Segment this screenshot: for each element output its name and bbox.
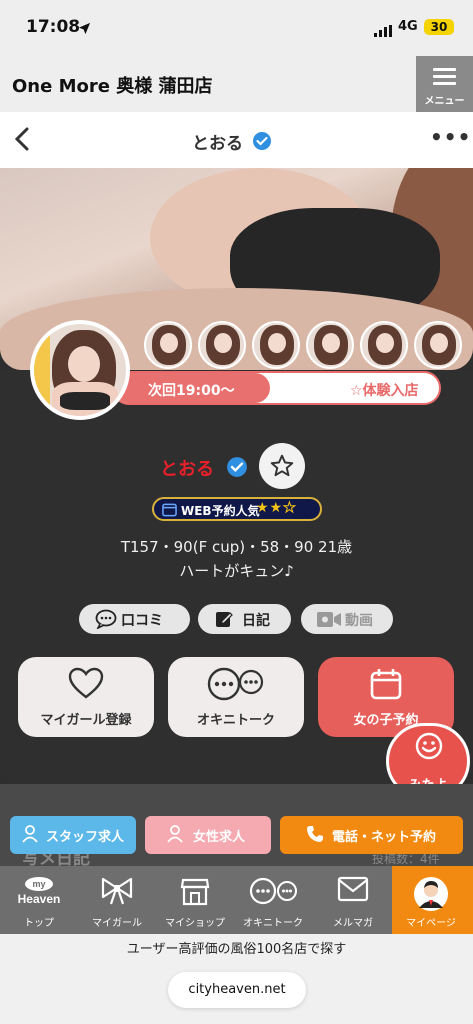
web-reservation-popularity-badge: WEB予約人気 ★★★ (152, 497, 322, 521)
phone-icon (306, 825, 324, 847)
profile-specs: T157・90(F cup)・58・90 21歳 (120, 538, 353, 556)
profile-nav-bar: とおる ••• (0, 112, 473, 168)
phone-net-reserve-label: 電話・ネット予約 (332, 830, 437, 845)
svg-text:my: my (32, 879, 45, 889)
battery-indicator: 30 (424, 19, 454, 35)
female-recruit-button[interactable]: 女性求人 (145, 816, 271, 854)
location-arrow-icon (78, 20, 91, 39)
okini-talk-button[interactable]: オキニトーク (168, 657, 304, 737)
female-recruit-label: 女性求人 (193, 830, 246, 845)
badge-label: WEB予約人気 (181, 504, 260, 518)
signal-icon (374, 22, 394, 41)
calendar-icon (162, 502, 177, 520)
bottom-tab-bar: my Heaven トップ マイガール マイショップ オキニトーク メルマガ マイ… (0, 866, 473, 934)
tab-my-girl[interactable]: マイガール (78, 866, 156, 934)
footer-tagline: ユーザー高評価の風俗100名店で探す (126, 942, 347, 957)
tab-okini-talk[interactable]: オキニトーク (234, 866, 312, 934)
tab-mail-magazine[interactable]: メルマガ (314, 866, 392, 934)
tab-okini-talk-label: オキニトーク (243, 918, 303, 929)
menu-label: メニュー (424, 96, 465, 107)
video-button: 動画 (301, 604, 393, 634)
photo-thumbnails (144, 321, 473, 369)
nav-title: とおる (192, 134, 243, 154)
tab-my-shop-label: マイショップ (165, 918, 225, 929)
tab-top[interactable]: my Heaven トップ (0, 866, 78, 934)
my-girl-register-button[interactable]: マイガール登録 (18, 657, 154, 737)
edit-note-icon (216, 612, 233, 627)
staff-recruit-button[interactable]: スタッフ求人 (10, 816, 136, 854)
video-camera-icon (317, 612, 341, 627)
tab-my-page-label: マイページ (406, 918, 456, 929)
photo-thumbnail[interactable] (414, 321, 462, 369)
person-icon (167, 825, 183, 847)
photo-thumbnail[interactable] (252, 321, 300, 369)
popularity-stars: ★★★ (256, 500, 297, 517)
chat-bubbles-icon (168, 667, 304, 707)
ribbon-icon (78, 876, 156, 910)
staff-recruit-label: スタッフ求人 (46, 830, 125, 845)
video-label: 動画 (345, 613, 373, 629)
calendar-icon (318, 667, 454, 705)
shop-icon (156, 876, 234, 910)
more-options-icon[interactable]: ••• (430, 125, 471, 149)
diary-label: 日記 (242, 613, 270, 629)
person-icon (22, 825, 38, 847)
chat-bubbles-icon (234, 876, 312, 910)
photo-thumbnail[interactable] (360, 321, 408, 369)
tab-top-label: トップ (24, 918, 54, 929)
reviews-label: 口コミ (121, 613, 163, 629)
profile-name: とおる (160, 459, 214, 480)
menu-button[interactable]: メニュー (416, 56, 473, 112)
hamburger-icon (433, 68, 456, 89)
heart-icon (18, 667, 154, 703)
photo-thumbnail[interactable] (306, 321, 354, 369)
status-bar: 17:08 4G 30 (0, 0, 473, 56)
back-chevron-icon[interactable] (12, 126, 32, 158)
photo-thumbnail[interactable] (198, 321, 246, 369)
okini-talk-label: オキニトーク (196, 713, 275, 728)
avatar[interactable] (30, 320, 130, 420)
trial-entry-label: ☆体験入店 (350, 383, 419, 399)
profile-catchphrase: ハートがキュン♪ (179, 562, 294, 580)
network-type: 4G (398, 19, 418, 34)
status-time: 17:08 (26, 17, 81, 37)
tab-mail-magazine-label: メルマガ (333, 918, 373, 929)
star-outline-icon (270, 454, 294, 477)
svg-text:Heaven: Heaven (18, 892, 61, 906)
diary-button[interactable]: 日記 (198, 604, 291, 634)
browser-footer: ユーザー高評価の風俗100名店で探す cityheaven.net (0, 934, 473, 1024)
mail-envelope-icon (314, 876, 392, 906)
phone-net-reserve-button[interactable]: 電話・ネット予約 (280, 816, 463, 854)
shop-header: One More 奥様 蒲田店 (0, 56, 473, 112)
reviews-button[interactable]: 口コミ (79, 604, 190, 634)
tab-my-page[interactable]: マイページ (392, 866, 473, 934)
next-available-time: 次回19:00〜 (148, 383, 235, 399)
tab-my-girl-label: マイガール (92, 918, 142, 929)
shop-name[interactable]: One More 奥様 蒲田店 (12, 72, 213, 98)
my-heaven-logo-icon: my Heaven (0, 876, 78, 914)
chat-bubble-icon (95, 609, 117, 629)
verified-badge-icon (252, 131, 272, 155)
schedule-bar[interactable]: 次回19:00〜 ☆体験入店 (112, 371, 441, 405)
photo-thumbnail[interactable] (144, 321, 192, 369)
favorite-star-button[interactable] (259, 443, 305, 489)
smiley-face-icon (415, 732, 443, 764)
tab-my-shop[interactable]: マイショップ (156, 866, 234, 934)
url-bar[interactable]: cityheaven.net (168, 972, 306, 1008)
user-avatar-icon (392, 876, 470, 916)
my-girl-register-label: マイガール登録 (40, 713, 132, 728)
verified-badge-icon (226, 456, 248, 482)
